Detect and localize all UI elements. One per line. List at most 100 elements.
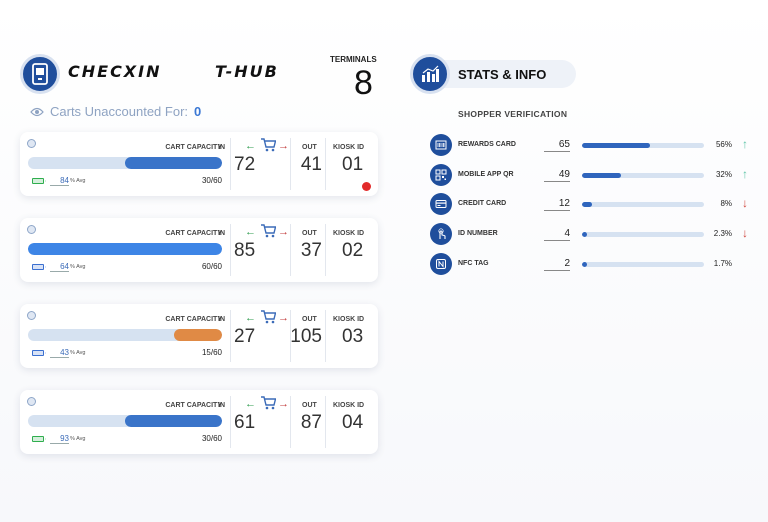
kiosk-card[interactable]: CART CAPACITY 93 % Avg 30/60 IN 61 ← → O…	[20, 390, 378, 454]
dashboard: CHECXIN T-HUB TERMINALS 8 Carts Unaccoun…	[0, 0, 768, 522]
verification-row-nfc-tag[interactable]: NFC TAG 2 1.7%	[430, 253, 760, 277]
in-label: IN	[218, 402, 225, 409]
kiosk-status-icon	[27, 397, 36, 406]
brand-product: T-HUB	[215, 62, 279, 81]
divider	[325, 138, 326, 190]
verification-row-rewards-card[interactable]: REWARDS CARD 65 56% ↑	[430, 134, 760, 158]
verification-count: 2	[544, 258, 570, 271]
arrow-left-icon: ←	[245, 226, 256, 238]
divider	[230, 396, 231, 448]
arrow-left-icon: ←	[245, 398, 256, 410]
verification-bar	[582, 143, 704, 148]
out-label: OUT	[302, 230, 317, 237]
verification-row-mobile-app-qr[interactable]: MOBILE APP QR 49 32% ↑	[430, 164, 760, 188]
verification-label: ID NUMBER	[458, 230, 498, 237]
out-label: OUT	[302, 402, 317, 409]
capacity-bar	[28, 243, 222, 255]
out-label: OUT	[302, 316, 317, 323]
verification-label: CREDIT CARD	[458, 200, 507, 207]
verification-count: 49	[544, 169, 570, 182]
divider	[230, 224, 231, 276]
cart-capacity-label: CART CAPACITY	[165, 316, 222, 323]
verification-percent: 32%	[715, 170, 732, 179]
carts-unaccounted[interactable]: Carts Unaccounted For: 0	[30, 104, 201, 119]
trend-up-icon: ↑	[742, 137, 748, 151]
avg-value: 43	[50, 348, 69, 358]
avg-label: % Avg	[70, 264, 86, 270]
terminals-label: TERMINALS	[330, 55, 377, 64]
barcode-card-icon	[430, 134, 452, 156]
in-label: IN	[218, 316, 225, 323]
battery-icon	[32, 436, 46, 442]
capacity-bar-fill	[125, 157, 222, 169]
cart-capacity-label: CART CAPACITY	[165, 402, 222, 409]
capacity-ratio: 15/60	[201, 348, 222, 357]
verification-percent: 8%	[720, 199, 732, 208]
capacity-bar-fill	[28, 243, 222, 255]
arrow-right-icon: →	[278, 140, 289, 152]
trend-down-icon: ↓	[742, 196, 748, 210]
verification-count: 4	[544, 228, 570, 241]
shopping-cart-icon	[261, 396, 276, 410]
stats-title: STATS & INFO	[458, 67, 547, 82]
verification-bar-fill	[582, 202, 592, 207]
shopping-cart-icon	[261, 138, 276, 152]
nfc-icon	[430, 253, 452, 275]
alert-indicator	[362, 182, 371, 191]
out-count: 87	[300, 412, 322, 433]
verification-bar-fill	[582, 232, 587, 237]
verification-bar	[582, 173, 704, 178]
out-label: OUT	[302, 144, 317, 151]
kiosk-status-icon	[27, 311, 36, 320]
battery-icon	[32, 350, 46, 356]
capacity-ratio: 60/60	[201, 262, 222, 271]
avg-value: 84	[50, 176, 69, 186]
in-count: 72	[234, 154, 256, 175]
out-count: 41	[300, 154, 322, 175]
kiosk-status-icon	[27, 139, 36, 148]
eye-icon	[30, 107, 44, 116]
kiosk-id-label: KIOSK ID	[333, 230, 365, 237]
capacity-ratio: 30/60	[201, 434, 222, 443]
battery-icon	[32, 178, 46, 184]
stats-chart-icon	[410, 54, 450, 94]
divider	[325, 224, 326, 276]
kiosk-logo-icon	[20, 54, 60, 94]
kiosk-card[interactable]: CART CAPACITY 43 % Avg 15/60 IN 27 ← → O…	[20, 304, 378, 368]
in-label: IN	[218, 230, 225, 237]
verification-bar-fill	[582, 173, 622, 178]
capacity-bar-fill	[125, 415, 222, 427]
capacity-bar	[28, 157, 222, 169]
capacity-bar	[28, 329, 222, 341]
terminals-count: 8	[354, 64, 373, 102]
verification-bar-fill	[582, 262, 587, 267]
out-count: 37	[300, 240, 322, 261]
verification-row-id-number[interactable]: ID NUMBER 4 2.3% ↓	[430, 223, 760, 247]
battery-icon	[32, 264, 46, 270]
avg-value: 93	[50, 434, 69, 444]
kiosk-card[interactable]: CART CAPACITY 64 % Avg 60/60 IN 85 ← → O…	[20, 218, 378, 282]
qr-code-icon	[430, 164, 452, 186]
verification-row-credit-card[interactable]: CREDIT CARD 12 8% ↓	[430, 193, 760, 217]
divider	[230, 310, 231, 362]
shopping-cart-icon	[261, 224, 276, 238]
cart-capacity-label: CART CAPACITY	[165, 144, 222, 151]
trend-up-icon: ↑	[742, 167, 748, 181]
shopping-cart-icon	[261, 310, 276, 324]
carts-count: 0	[194, 104, 202, 119]
verification-percent: 56%	[715, 140, 732, 149]
cart-capacity-label: CART CAPACITY	[165, 230, 222, 237]
in-count: 27	[234, 326, 256, 347]
shopper-verification-title: SHOPPER VERIFICATION	[458, 109, 568, 119]
kiosk-id-label: KIOSK ID	[333, 316, 365, 323]
avg-label: % Avg	[70, 178, 86, 184]
kiosk-id-label: KIOSK ID	[333, 402, 365, 409]
kiosk-id: 01	[342, 154, 364, 175]
verification-bar	[582, 232, 704, 237]
arrow-left-icon: ←	[245, 140, 256, 152]
divider	[325, 396, 326, 448]
verification-bar-fill	[582, 143, 651, 148]
credit-card-icon	[430, 193, 452, 215]
kiosk-card[interactable]: CART CAPACITY 84 % Avg 30/60 IN 72 ← → O…	[20, 132, 378, 196]
arrow-right-icon: →	[278, 226, 289, 238]
